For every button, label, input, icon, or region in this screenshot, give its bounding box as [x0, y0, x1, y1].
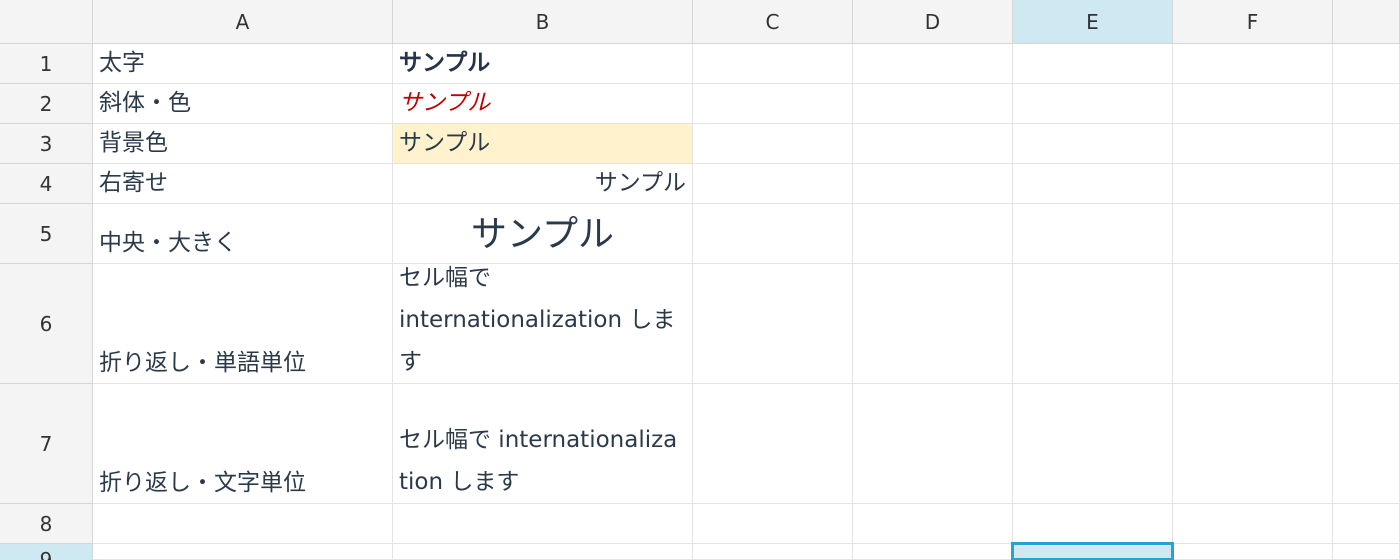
cell-a1-value: 太字	[99, 50, 145, 76]
cell-b7[interactable]: セル幅で internationalization します	[393, 384, 693, 504]
row-header-7[interactable]: 7	[0, 384, 93, 504]
column-header-f[interactable]: F	[1173, 0, 1333, 44]
cell-g8[interactable]	[1333, 504, 1400, 544]
cell-a9[interactable]	[93, 544, 393, 560]
cell-b8[interactable]	[393, 504, 693, 544]
cell-c1[interactable]	[693, 44, 853, 84]
column-header-a[interactable]: A	[93, 0, 393, 44]
cell-a3-value: 背景色	[99, 130, 168, 156]
row-header-5[interactable]: 5	[0, 204, 93, 264]
spreadsheet-grid[interactable]: A B C D E F 1 2 3 4 5 6 7 8 9 太字 サンプル 斜体…	[0, 0, 1400, 560]
cell-c3[interactable]	[693, 124, 853, 164]
cell-b3[interactable]: サンプル	[393, 124, 693, 164]
cell-d4[interactable]	[853, 164, 1013, 204]
cell-b4-value: サンプル	[594, 170, 686, 196]
cell-g4[interactable]	[1333, 164, 1400, 204]
cell-b9[interactable]	[393, 544, 693, 560]
cell-f5[interactable]	[1173, 204, 1333, 264]
column-header-b[interactable]: B	[393, 0, 693, 44]
cell-c5[interactable]	[693, 204, 853, 264]
cell-c8[interactable]	[693, 504, 853, 544]
cell-e6[interactable]	[1013, 264, 1173, 384]
cell-d6[interactable]	[853, 264, 1013, 384]
cell-d5[interactable]	[853, 204, 1013, 264]
cell-b6-value: セル幅で internationalization します	[399, 265, 676, 375]
cell-a5-value: 中央・大きく	[99, 230, 237, 256]
cell-g7[interactable]	[1333, 384, 1400, 504]
cell-d3[interactable]	[853, 124, 1013, 164]
cell-f1[interactable]	[1173, 44, 1333, 84]
cell-e9-selected[interactable]	[1011, 542, 1174, 560]
cell-a2-value: 斜体・色	[99, 90, 191, 116]
column-header-e[interactable]: E	[1013, 0, 1173, 44]
cell-g6[interactable]	[1333, 264, 1400, 384]
cell-b5[interactable]: サンプル	[393, 204, 693, 264]
row-header-8[interactable]: 8	[0, 504, 93, 544]
cell-e4[interactable]	[1013, 164, 1173, 204]
cell-e3[interactable]	[1013, 124, 1173, 164]
cell-e2[interactable]	[1013, 84, 1173, 124]
column-header-g[interactable]	[1333, 0, 1400, 44]
cell-c2[interactable]	[693, 84, 853, 124]
cell-b1[interactable]: サンプル	[393, 44, 693, 84]
cell-a7-value: 折り返し・文字単位	[99, 470, 306, 496]
cell-d1[interactable]	[853, 44, 1013, 84]
cell-e5[interactable]	[1013, 204, 1173, 264]
cell-a2[interactable]: 斜体・色	[93, 84, 393, 124]
cell-a3[interactable]: 背景色	[93, 124, 393, 164]
cell-a1[interactable]: 太字	[93, 44, 393, 84]
cell-a6[interactable]: 折り返し・単語単位	[93, 264, 393, 384]
cell-a8[interactable]	[93, 504, 393, 544]
cell-d2[interactable]	[853, 84, 1013, 124]
cell-g3[interactable]	[1333, 124, 1400, 164]
cell-e1[interactable]	[1013, 44, 1173, 84]
cell-b2[interactable]: サンプル	[393, 84, 693, 124]
column-header-c[interactable]: C	[693, 0, 853, 44]
cell-g5[interactable]	[1333, 204, 1400, 264]
cell-f8[interactable]	[1173, 504, 1333, 544]
cell-f4[interactable]	[1173, 164, 1333, 204]
cell-d8[interactable]	[853, 504, 1013, 544]
cell-b1-value: サンプル	[399, 50, 491, 76]
column-header-d[interactable]: D	[853, 0, 1013, 44]
cell-b7-value: セル幅で internationalization します	[399, 427, 678, 495]
cell-b6[interactable]: セル幅で internationalization します	[393, 264, 693, 384]
cell-f9[interactable]	[1173, 544, 1333, 560]
row-header-6[interactable]: 6	[0, 264, 93, 384]
cell-d7[interactable]	[853, 384, 1013, 504]
row-header-9[interactable]: 9	[0, 544, 93, 560]
cell-a4-value: 右寄せ	[99, 170, 168, 196]
cell-c4[interactable]	[693, 164, 853, 204]
cell-g9[interactable]	[1333, 544, 1400, 560]
cell-a6-value: 折り返し・単語単位	[99, 350, 306, 376]
cell-f7[interactable]	[1173, 384, 1333, 504]
cell-d9[interactable]	[853, 544, 1013, 560]
cell-e7[interactable]	[1013, 384, 1173, 504]
cell-b3-value: サンプル	[399, 130, 491, 156]
cell-b2-value: サンプル	[399, 90, 491, 116]
cell-a5[interactable]: 中央・大きく	[93, 204, 393, 264]
row-header-3[interactable]: 3	[0, 124, 93, 164]
row-header-4[interactable]: 4	[0, 164, 93, 204]
cell-a4[interactable]: 右寄せ	[93, 164, 393, 204]
cell-b4[interactable]: サンプル	[393, 164, 693, 204]
cell-c7[interactable]	[693, 384, 853, 504]
cell-b5-value: サンプル	[471, 214, 614, 255]
row-header-1[interactable]: 1	[0, 44, 93, 84]
select-all-corner[interactable]	[0, 0, 93, 44]
cell-c9[interactable]	[693, 544, 853, 560]
cell-g1[interactable]	[1333, 44, 1400, 84]
cell-a7[interactable]: 折り返し・文字単位	[93, 384, 393, 504]
row-header-2[interactable]: 2	[0, 84, 93, 124]
cell-f3[interactable]	[1173, 124, 1333, 164]
cell-c6[interactable]	[693, 264, 853, 384]
cell-f6[interactable]	[1173, 264, 1333, 384]
cell-e8[interactable]	[1013, 504, 1173, 544]
cell-g2[interactable]	[1333, 84, 1400, 124]
cell-f2[interactable]	[1173, 84, 1333, 124]
